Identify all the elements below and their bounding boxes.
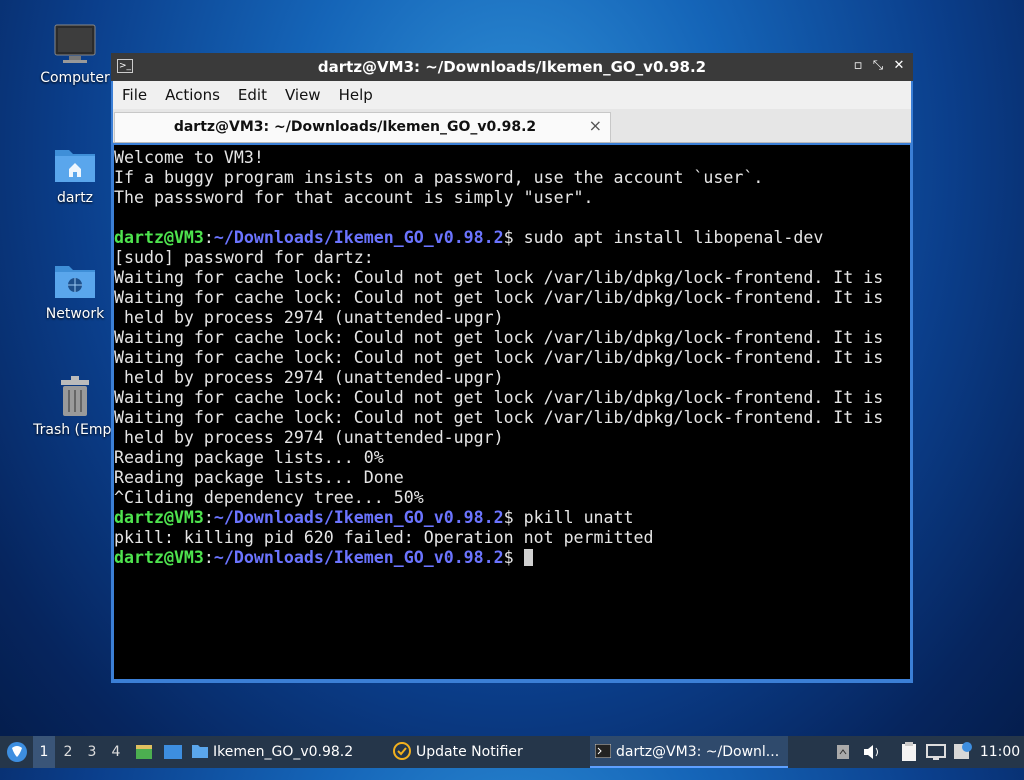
command-text: sudo apt install libopenal-dev	[523, 228, 824, 247]
task-label: Ikemen_GO_v0.98.2	[213, 744, 354, 760]
trash-icon	[53, 374, 97, 418]
updates-icon	[954, 742, 972, 759]
volume-button[interactable]	[862, 736, 882, 768]
updates-tray-button[interactable]	[953, 736, 973, 768]
task-terminal[interactable]: dartz@VM3: ~/Downl...	[590, 736, 788, 768]
close-button[interactable]: ✕	[890, 57, 908, 75]
prompt-path: ~/Downloads/Ikemen_GO_v0.98.2	[213, 508, 504, 527]
terminal-window: >_ dartz@VM3: ~/Downloads/Ikemen_GO_v0.9…	[111, 53, 913, 683]
menu-actions[interactable]: Actions	[156, 81, 229, 109]
workspace-3[interactable]: 3	[81, 736, 103, 768]
minimize-button[interactable]: ▫	[849, 57, 867, 75]
folder-icon	[192, 745, 208, 758]
volume-icon	[864, 745, 878, 759]
app-menu-icon	[7, 742, 27, 762]
prompt-user: dartz@VM3	[114, 508, 204, 527]
terminal-line: dartz@VM3:~/Downloads/Ikemen_GO_v0.98.2$…	[114, 508, 634, 527]
terminal-text: Welcome to VM3! If a buggy program insis…	[114, 148, 883, 568]
desktop-icon	[164, 745, 182, 759]
desktop-icon-label: dartz	[56, 190, 94, 206]
terminal-line: Welcome to VM3!	[114, 148, 264, 167]
command-text: pkill unatt	[523, 508, 634, 527]
workspace-4[interactable]: 4	[105, 736, 127, 768]
terminal-line: Waiting for cache lock: Could not get lo…	[114, 268, 884, 287]
task-label: dartz@VM3: ~/Downl...	[616, 744, 780, 760]
terminal-line: Waiting for cache lock: Could not get lo…	[114, 348, 884, 367]
workspace-1[interactable]: 1	[33, 736, 55, 768]
desktop-icon-label: Computer	[40, 70, 110, 86]
menu-edit[interactable]: Edit	[229, 81, 276, 109]
terminal-line: Waiting for cache lock: Could not get lo…	[114, 288, 884, 307]
network-icon	[926, 744, 946, 760]
taskbar: 1 2 3 4 Ikemen_GO_v0.98.2 Update Notifie…	[0, 736, 1024, 768]
window-title: dartz@VM3: ~/Downloads/Ikemen_GO_v0.98.2	[317, 58, 707, 76]
terminal-line: [sudo] password for dartz:	[114, 248, 374, 267]
menu-help[interactable]: Help	[330, 81, 382, 109]
desktop-icon-home[interactable]: dartz	[25, 142, 125, 206]
terminal-line: dartz@VM3:~/Downloads/Ikemen_GO_v0.98.2$	[114, 548, 533, 567]
tab-label: dartz@VM3: ~/Downloads/Ikemen_GO_v0.98.2	[173, 119, 537, 135]
tab-terminal[interactable]: dartz@VM3: ~/Downloads/Ikemen_GO_v0.98.2…	[114, 112, 611, 142]
terminal-line: ^Cilding dependency tree... 50%	[114, 488, 424, 507]
prompt-user: dartz@VM3	[114, 228, 204, 247]
network-folder-icon	[53, 258, 97, 302]
task-label: Update Notifier	[416, 744, 523, 760]
monitor-icon	[53, 22, 97, 66]
tray-expand-button[interactable]	[836, 736, 850, 768]
desktop-icon-label: Trash (Empt	[33, 422, 117, 438]
terminal-cursor	[523, 549, 533, 566]
clipboard-icon	[902, 742, 916, 761]
terminal-line: pkill: killing pid 620 failed: Operation…	[114, 528, 654, 547]
terminal-line: Reading package lists... 0%	[114, 448, 384, 467]
desktop-icon-network[interactable]: Network	[25, 258, 125, 322]
file-manager-launcher[interactable]	[134, 736, 154, 768]
terminal-line: dartz@VM3:~/Downloads/Ikemen_GO_v0.98.2$…	[114, 228, 824, 247]
network-tray-button[interactable]	[926, 736, 946, 768]
terminal-output[interactable]: Welcome to VM3! If a buggy program insis…	[114, 145, 910, 679]
files-icon	[136, 745, 152, 759]
tray-arrow-icon	[837, 745, 849, 759]
terminal-line: held by process 2974 (unattended-upgr)	[114, 308, 504, 327]
menu-file[interactable]: File	[113, 81, 156, 109]
prompt-user: dartz@VM3	[114, 548, 204, 567]
workspace-2[interactable]: 2	[57, 736, 79, 768]
terminal-line: held by process 2974 (unattended-upgr)	[114, 368, 504, 387]
terminal-line: Waiting for cache lock: Could not get lo…	[114, 328, 884, 347]
show-desktop-button[interactable]	[162, 736, 184, 768]
terminal-line: Reading package lists... Done	[114, 468, 404, 487]
restore-button[interactable]: ⤡	[869, 57, 887, 75]
clock[interactable]: 11:00	[978, 736, 1022, 768]
desktop-icon-label: Network	[45, 306, 105, 322]
task-update-notifier[interactable]: Update Notifier	[393, 736, 583, 768]
clipboard-button[interactable]	[900, 736, 918, 768]
window-titlebar[interactable]: >_ dartz@VM3: ~/Downloads/Ikemen_GO_v0.9…	[111, 53, 913, 81]
desktop-icon-computer[interactable]: Computer	[25, 22, 125, 86]
menu-bar: File Actions Edit View Help	[113, 81, 911, 109]
task-ikemen-folder[interactable]: Ikemen_GO_v0.98.2	[192, 736, 382, 768]
desktop-icon-trash[interactable]: Trash (Empt	[25, 374, 125, 438]
terminal-line: If a buggy program insists on a password…	[114, 168, 764, 187]
menu-view[interactable]: View	[276, 81, 330, 109]
terminal-line: Waiting for cache lock: Could not get lo…	[114, 388, 884, 407]
terminal-line: held by process 2974 (unattended-upgr)	[114, 428, 504, 447]
tab-close-button[interactable]: ×	[589, 116, 602, 135]
terminal-line: The passsword for that account is simply…	[114, 188, 594, 207]
start-menu-button[interactable]	[4, 736, 30, 768]
terminal-icon	[595, 744, 611, 758]
prompt-path: ~/Downloads/Ikemen_GO_v0.98.2	[213, 228, 504, 247]
terminal-line: Waiting for cache lock: Could not get lo…	[114, 408, 884, 427]
tab-bar: dartz@VM3: ~/Downloads/Ikemen_GO_v0.98.2…	[113, 109, 911, 143]
prompt-path: ~/Downloads/Ikemen_GO_v0.98.2	[213, 548, 504, 567]
home-folder-icon	[53, 142, 97, 186]
update-notifier-icon	[393, 742, 411, 760]
